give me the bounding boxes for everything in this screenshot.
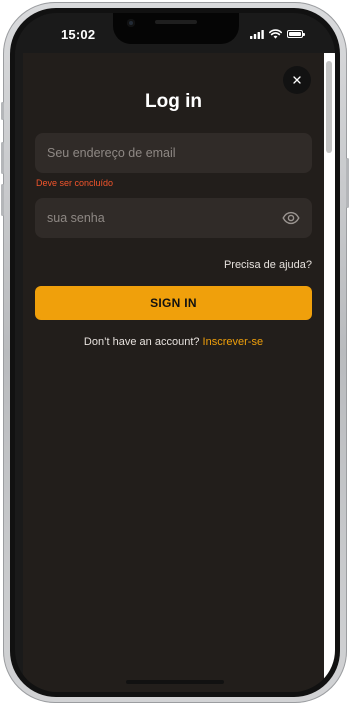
front-camera xyxy=(127,19,135,27)
volume-up-button xyxy=(1,142,4,174)
signup-row: Don’t have an account? Inscrever-se xyxy=(23,336,324,348)
signup-prompt: Don’t have an account? xyxy=(83,336,203,348)
status-bar: 15:02 xyxy=(15,13,335,53)
power-button xyxy=(346,158,349,208)
volume-down-button xyxy=(1,184,4,216)
cellular-signal-icon xyxy=(250,29,264,39)
close-button[interactable] xyxy=(283,66,311,94)
status-time: 15:02 xyxy=(61,27,96,42)
scrollbar-thumb[interactable] xyxy=(326,61,332,153)
sign-in-button[interactable]: SIGN IN xyxy=(35,286,312,320)
login-modal: Log in Deve ser concluído Precisa de aju… xyxy=(23,53,324,692)
signup-link[interactable]: Inscrever-se xyxy=(203,336,264,348)
page-title: Log in xyxy=(145,91,202,112)
phone-frame: 15:02 Log in Seu endereço de email Deve … xyxy=(1,2,349,703)
email-error-message: Deve ser concluído xyxy=(36,178,114,188)
help-link[interactable]: Precisa de ajuda? xyxy=(224,259,312,271)
password-field[interactable] xyxy=(35,198,312,238)
earpiece-speaker xyxy=(155,20,197,24)
close-icon xyxy=(293,76,301,84)
battery-icon xyxy=(287,30,305,38)
status-icons xyxy=(250,29,305,39)
wifi-icon xyxy=(269,29,282,39)
email-field[interactable] xyxy=(35,133,312,173)
eye-icon[interactable] xyxy=(282,210,300,226)
password-field-container xyxy=(35,198,312,238)
scrollbar[interactable] xyxy=(324,53,335,692)
silent-switch xyxy=(1,102,4,120)
email-field-container xyxy=(35,133,312,173)
phone-screen: 15:02 Log in Seu endereço de email Deve … xyxy=(15,13,335,692)
home-indicator[interactable] xyxy=(126,680,224,684)
notch xyxy=(113,13,239,44)
